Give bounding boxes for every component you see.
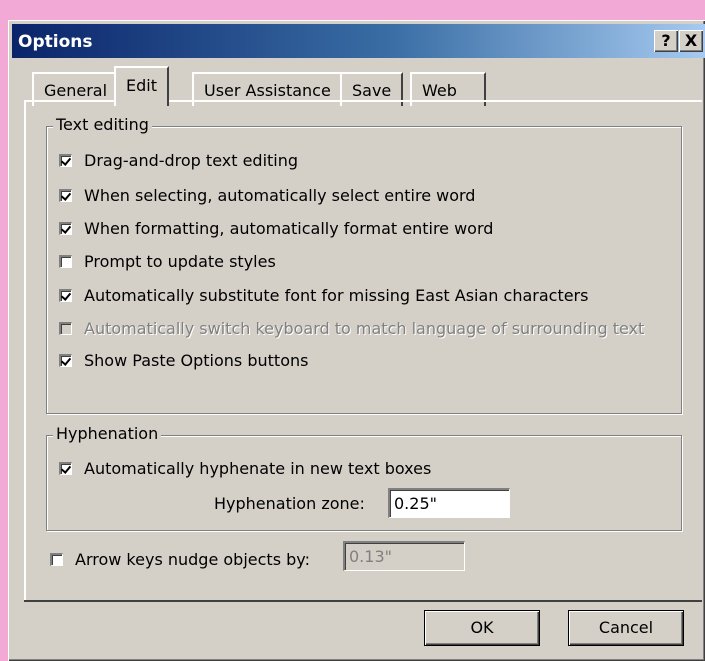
option-auto-hyphenate[interactable]: Automatically hyphenate in new text boxe… (59, 455, 431, 481)
ok-button[interactable]: OK (424, 610, 540, 646)
checkbox-select-entire-word[interactable] (59, 188, 72, 202)
checkbox-auto-hyphenate[interactable] (59, 461, 72, 475)
cancel-button[interactable]: Cancel (568, 610, 684, 646)
option-select-entire-word[interactable]: When selecting, automatically select ent… (59, 182, 475, 208)
option-substitute-east-asian-font[interactable]: Automatically substitute font for missin… (59, 282, 588, 308)
hyphenation-group: Hyphenation Automatically hyphenate in n… (46, 424, 682, 531)
option-label: Automatically substitute font for missin… (84, 285, 589, 305)
checkbox-drag-drop[interactable] (59, 153, 72, 167)
checkbox-format-entire-word[interactable] (59, 221, 72, 235)
hyphenation-zone-label: Hyphenation zone: (214, 494, 365, 513)
option-label: When selecting, automatically select ent… (84, 185, 476, 205)
nudge-distance-input: 0.13" (343, 541, 465, 571)
option-drag-drop[interactable]: Drag-and-drop text editing (59, 147, 298, 173)
option-label: When formatting, automatically format en… (84, 218, 494, 238)
option-format-entire-word[interactable]: When formatting, automatically format en… (59, 215, 493, 241)
option-arrow-keys-nudge[interactable]: Arrow keys nudge objects by: (50, 546, 310, 572)
checkbox-arrow-keys-nudge[interactable] (50, 552, 63, 566)
option-label: Automatically hyphenate in new text boxe… (84, 458, 432, 478)
checkbox-show-paste-options[interactable] (59, 353, 72, 367)
text-editing-legend: Text editing (53, 115, 152, 134)
panel-divider (24, 600, 702, 602)
close-button[interactable]: X (679, 30, 703, 52)
option-label: Drag-and-drop text editing (84, 150, 299, 170)
text-editing-group: Text editing Drag-and-drop text editing … (46, 115, 682, 414)
option-prompt-update-styles[interactable]: Prompt to update styles (59, 248, 276, 274)
option-label: Arrow keys nudge objects by: (75, 549, 310, 569)
help-button[interactable]: ? (654, 30, 678, 52)
dialog-title: Options (18, 32, 93, 52)
tab-edit[interactable]: Edit (114, 66, 169, 106)
checkbox-prompt-update-styles[interactable] (59, 254, 72, 268)
option-show-paste-options[interactable]: Show Paste Options buttons (59, 347, 308, 373)
hyphenation-zone-input[interactable]: 0.25" (388, 488, 510, 518)
title-bar[interactable]: Options ? X (12, 24, 705, 58)
checkbox-substitute-east-asian-font[interactable] (59, 288, 72, 302)
option-switch-keyboard: Automatically switch keyboard to match l… (59, 315, 644, 341)
option-label: Prompt to update styles (84, 251, 276, 271)
option-label: Automatically switch keyboard to match l… (84, 318, 645, 338)
checkbox-switch-keyboard (59, 321, 72, 335)
option-label: Show Paste Options buttons (84, 350, 309, 370)
hyphenation-legend: Hyphenation (53, 424, 162, 443)
